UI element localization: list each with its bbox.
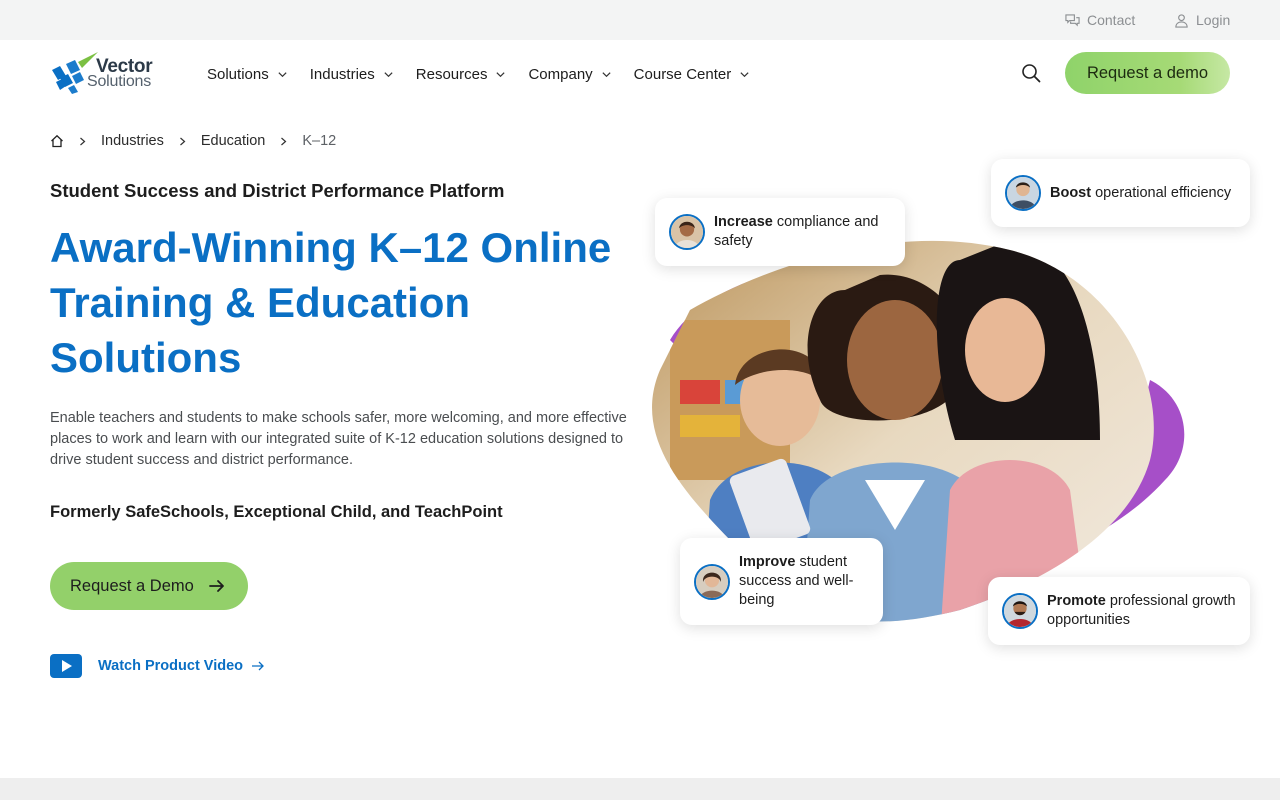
chat-icon	[1065, 13, 1080, 27]
breadcrumb-current: K–12	[302, 133, 337, 149]
avatar	[669, 214, 705, 250]
callout-text: Increase compliance and safety	[714, 213, 891, 251]
chevron-down-icon	[496, 71, 506, 77]
callout-bold: Promote	[1047, 593, 1106, 609]
main-nav: Solutions Industries Resources Company C…	[207, 40, 772, 108]
chevron-down-icon	[602, 71, 611, 77]
arrow-right-icon	[252, 661, 264, 671]
callout-efficiency: Boost operational efficiency	[991, 159, 1250, 227]
watch-video-label: Watch Product Video	[98, 658, 244, 674]
contact-link[interactable]: Contact	[1065, 0, 1135, 40]
callout-bold: Increase	[714, 214, 773, 230]
arrow-right-icon	[208, 580, 224, 592]
contact-label: Contact	[1087, 12, 1136, 28]
callout-professional-growth: Promote professional growth opportunitie…	[988, 577, 1250, 645]
nav-label: Company	[528, 65, 593, 83]
callout-text: Promote professional growth opportunitie…	[1047, 592, 1236, 630]
teacher	[847, 300, 943, 420]
avatar	[1005, 175, 1041, 211]
watch-video-link[interactable]: Watch Product Video	[50, 653, 265, 679]
hero-eyebrow: Student Success and District Performance…	[50, 180, 505, 201]
breadcrumb-education[interactable]: Education	[201, 133, 266, 149]
play-video-icon	[50, 654, 82, 678]
breadcrumb-industries[interactable]: Industries	[101, 133, 164, 149]
chevron-right-icon	[281, 137, 287, 145]
callout-bold: Improve	[739, 554, 796, 570]
callout-compliance: Increase compliance and safety	[655, 198, 905, 266]
student-girl	[965, 298, 1045, 402]
nav-item-resources[interactable]: Resources	[416, 66, 507, 83]
formerly-note: Formerly SafeSchools, Exceptional Child,…	[50, 503, 503, 521]
logo-text-solutions: Solutions	[87, 73, 152, 90]
callout-text: Boost operational efficiency	[1050, 184, 1231, 203]
login-label: Login	[1196, 12, 1231, 28]
avatar	[694, 563, 730, 600]
nav-item-solutions[interactable]: Solutions	[207, 66, 288, 83]
chevron-down-icon	[740, 71, 749, 77]
login-link[interactable]: Login	[1174, 0, 1230, 40]
nav-item-course-center[interactable]: Course Center	[634, 66, 751, 83]
chevron-down-icon	[278, 71, 287, 77]
request-demo-button[interactable]: Request a Demo	[50, 562, 248, 610]
avatar	[1002, 593, 1038, 629]
utility-bar: Contact Login	[0, 0, 1280, 40]
chevron-right-icon	[80, 137, 86, 145]
callout-student-success: Improve student success and well-being	[680, 538, 883, 625]
request-demo-header-button[interactable]: Request a demo	[1065, 52, 1230, 94]
nav-label: Solutions	[207, 65, 269, 83]
chevron-right-icon	[179, 137, 186, 145]
nav-label: Course Center	[633, 65, 732, 83]
hero-description: Enable teachers and students to make sch…	[50, 410, 627, 468]
vector-solutions-logo[interactable]: Vector Solutions	[50, 50, 160, 96]
nav-item-company[interactable]: Company	[528, 66, 611, 83]
site-header: Vector Solutions Solutions Industries Re…	[0, 40, 1280, 108]
callout-rest: operational efficiency	[1091, 184, 1232, 201]
chevron-down-icon	[384, 71, 393, 77]
page-title: Award-Winning K–12 Online Training & Edu…	[50, 224, 612, 381]
user-icon	[1175, 13, 1188, 28]
search-icon[interactable]	[1020, 62, 1042, 84]
nav-item-industries[interactable]: Industries	[310, 66, 394, 83]
callout-bold: Boost	[1050, 184, 1092, 201]
next-section-strip	[0, 778, 1280, 800]
nav-label: Resources	[415, 65, 488, 83]
breadcrumb: Industries Education K–12	[50, 130, 336, 152]
nav-label: Industries	[309, 65, 375, 83]
callout-text: Improve student success and well-being	[739, 553, 869, 610]
request-demo-label: Request a Demo	[70, 576, 194, 595]
home-icon[interactable]	[50, 134, 64, 148]
